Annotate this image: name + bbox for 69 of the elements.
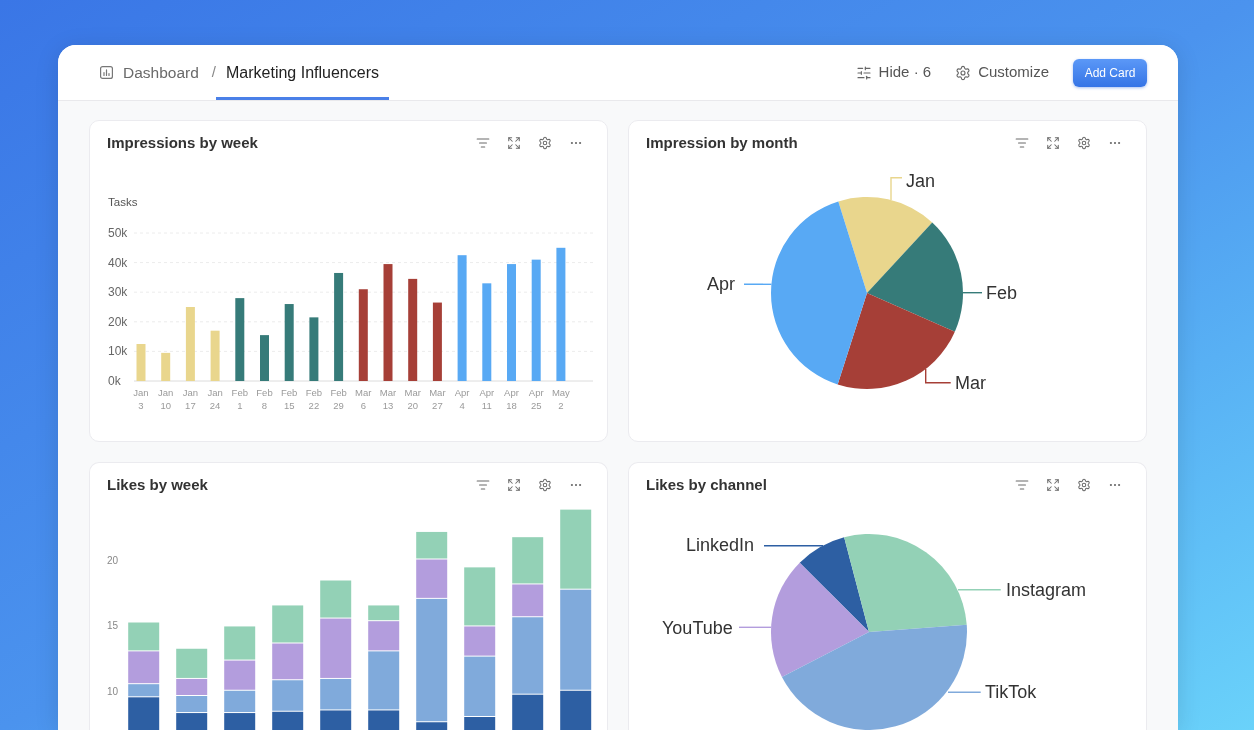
filter-icon[interactable] <box>476 478 490 492</box>
leader-line <box>962 292 983 294</box>
expand-icon[interactable] <box>507 136 521 150</box>
x-axis-label: Mar 13 <box>379 387 397 411</box>
settings-icon[interactable] <box>538 136 552 150</box>
y-axis-label: 20 <box>107 554 119 566</box>
x-axis-label: Jan 17 <box>182 387 199 411</box>
y-axis-label: 30k <box>108 285 128 300</box>
leader-line <box>947 691 982 693</box>
breadcrumb-item[interactable]: Marketing Influencers <box>216 45 389 100</box>
y-axis-label: 10k <box>108 344 128 359</box>
customize-button[interactable]: Customize <box>955 61 1049 84</box>
x-axis-label: Apr 25 <box>528 387 544 411</box>
x-axis-label: Mar 6 <box>355 387 372 411</box>
leader-line <box>890 177 903 201</box>
expand-icon[interactable] <box>1046 136 1060 150</box>
x-axis-label: Jan 10 <box>158 387 174 411</box>
leader-line <box>957 589 1002 591</box>
settings-icon[interactable] <box>1077 478 1091 492</box>
x-axis-label: Feb 22 <box>305 387 323 411</box>
chart-icon <box>100 66 113 79</box>
x-axis-label: Feb 1 <box>231 387 248 411</box>
x-axis-label: Jan 24 <box>207 387 223 411</box>
leader-line <box>743 283 773 285</box>
leader-line <box>738 626 772 628</box>
filter-icon[interactable] <box>476 136 490 150</box>
filter-icon[interactable] <box>1015 136 1029 150</box>
sliders-icon <box>855 64 872 81</box>
x-axis-label: Feb 29 <box>330 387 347 411</box>
slice-label: Instagram <box>1006 580 1087 600</box>
slice-label: TikTok <box>985 682 1037 702</box>
x-axis-label: Feb 8 <box>256 387 273 411</box>
leader-line <box>763 545 824 547</box>
expand-icon[interactable] <box>507 478 521 492</box>
y-axis-label: 20k <box>108 314 128 329</box>
slice-label: Apr <box>707 274 735 294</box>
hide-button[interactable]: Hide · 6 <box>855 61 932 84</box>
breadcrumb-item[interactable]: Dashboard <box>90 45 209 100</box>
x-axis-label: Apr 11 <box>479 387 495 411</box>
slice-label: Feb <box>986 283 1018 303</box>
slice-label: LinkedIn <box>686 535 755 555</box>
slice-label: Jan <box>906 171 936 191</box>
x-axis-label: May 2 <box>551 387 570 411</box>
x-axis-label: Jan 3 <box>133 387 149 411</box>
x-axis-label: Mar 27 <box>429 387 446 411</box>
breadcrumb-separator: / <box>211 62 216 83</box>
card-title: Likes by channel <box>646 474 767 495</box>
expand-icon[interactable] <box>1046 478 1060 492</box>
y-axis-label: 15 <box>107 620 119 632</box>
settings-icon[interactable] <box>1077 136 1091 150</box>
x-axis-label: Apr 4 <box>454 387 470 411</box>
card-title: Impressions by week <box>107 132 258 153</box>
x-axis-label: Mar 20 <box>404 387 421 411</box>
leader-line <box>925 368 952 384</box>
x-axis-label: Feb 15 <box>281 387 298 411</box>
y-axis-label: 50k <box>108 226 128 240</box>
axis-title: Tasks <box>108 196 138 208</box>
card-title: Impression by month <box>646 132 798 153</box>
filter-icon[interactable] <box>1015 478 1029 492</box>
slice-label: Mar <box>955 373 986 393</box>
add-card-button[interactable]: Add Card <box>1073 58 1147 87</box>
y-axis-label: 40k <box>108 255 128 270</box>
x-axis-label: Apr 18 <box>504 387 519 411</box>
slice-label: YouTube <box>662 618 733 638</box>
y-axis-label: 0k <box>108 374 121 388</box>
y-axis-label: 10 <box>107 685 119 697</box>
card-title: Likes by week <box>107 474 208 495</box>
settings-icon[interactable] <box>538 478 552 492</box>
settings-icon <box>955 64 972 81</box>
